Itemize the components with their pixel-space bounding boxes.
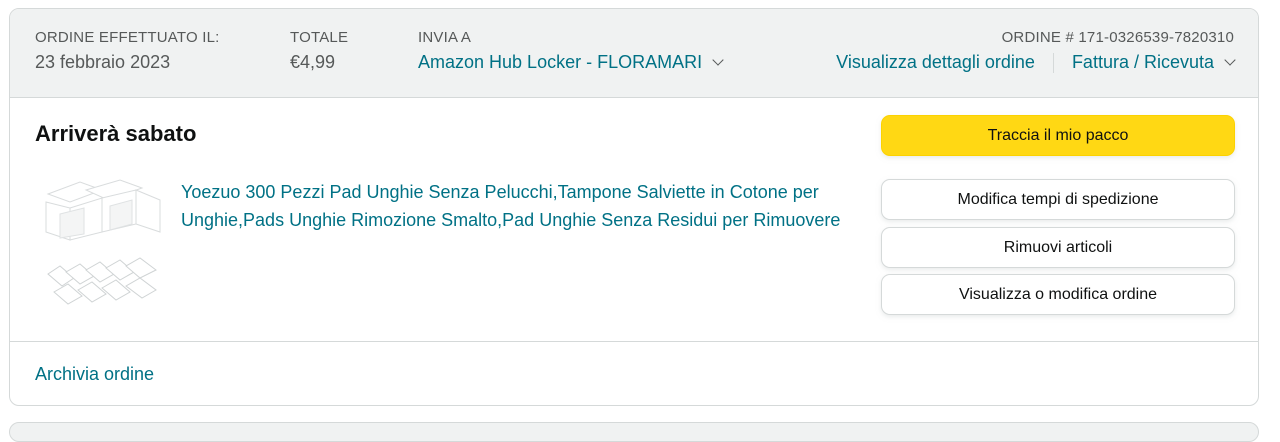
order-number: ORDINE # 171-0326539-7820310 bbox=[1001, 29, 1234, 46]
change-delivery-button[interactable]: Modifica tempi di spedizione bbox=[881, 179, 1235, 220]
ship-to-column: INVIA A Amazon Hub Locker - FLORAMARI bbox=[418, 29, 724, 73]
order-total-column: TOTALE €4,99 bbox=[290, 29, 348, 73]
invoice-dropdown[interactable]: Fattura / Ricevuta bbox=[1071, 52, 1236, 73]
next-order-card-edge bbox=[9, 422, 1259, 442]
order-details-link[interactable]: Visualizza dettagli ordine bbox=[836, 52, 1035, 73]
order-total-value: €4,99 bbox=[290, 52, 336, 72]
archive-order-link[interactable]: Archivia ordine bbox=[35, 364, 154, 385]
ship-to-value: Amazon Hub Locker - FLORAMARI bbox=[418, 52, 703, 72]
order-header: ORDINE EFFETTUATO IL: 23 febbraio 2023 T… bbox=[10, 9, 1258, 98]
delivery-status: Arriverà sabato bbox=[35, 121, 197, 146]
order-date-column: ORDINE EFFETTUATO IL: 23 febbraio 2023 bbox=[35, 29, 220, 73]
order-card: ORDINE EFFETTUATO IL: 23 febbraio 2023 T… bbox=[9, 8, 1259, 406]
link-separator bbox=[1052, 52, 1054, 73]
product-title-link[interactable]: Yoezuo 300 Pezzi Pad Unghie Senza Pelucc… bbox=[181, 179, 841, 234]
ship-to-dropdown[interactable]: Amazon Hub Locker - FLORAMARI bbox=[418, 52, 724, 73]
track-package-button[interactable]: Traccia il mio pacco bbox=[881, 115, 1235, 156]
view-edit-order-button[interactable]: Visualizza o modifica ordine bbox=[881, 274, 1235, 315]
card-divider bbox=[10, 341, 1258, 342]
ship-to-label: INVIA A bbox=[418, 29, 472, 46]
order-total-label: TOTALE bbox=[290, 29, 349, 46]
invoice-link-label: Fattura / Ricevuta bbox=[1071, 52, 1214, 72]
remove-items-button[interactable]: Rimuovi articoli bbox=[881, 227, 1235, 268]
order-date-label: ORDINE EFFETTUATO IL: bbox=[35, 29, 220, 46]
chevron-down-icon bbox=[1224, 53, 1236, 66]
order-number-column: ORDINE # 171-0326539-7820310 Visualizza … bbox=[836, 29, 1236, 73]
order-date-value: 23 febbraio 2023 bbox=[35, 52, 171, 72]
chevron-down-icon bbox=[712, 53, 724, 66]
product-image[interactable] bbox=[40, 174, 166, 309]
